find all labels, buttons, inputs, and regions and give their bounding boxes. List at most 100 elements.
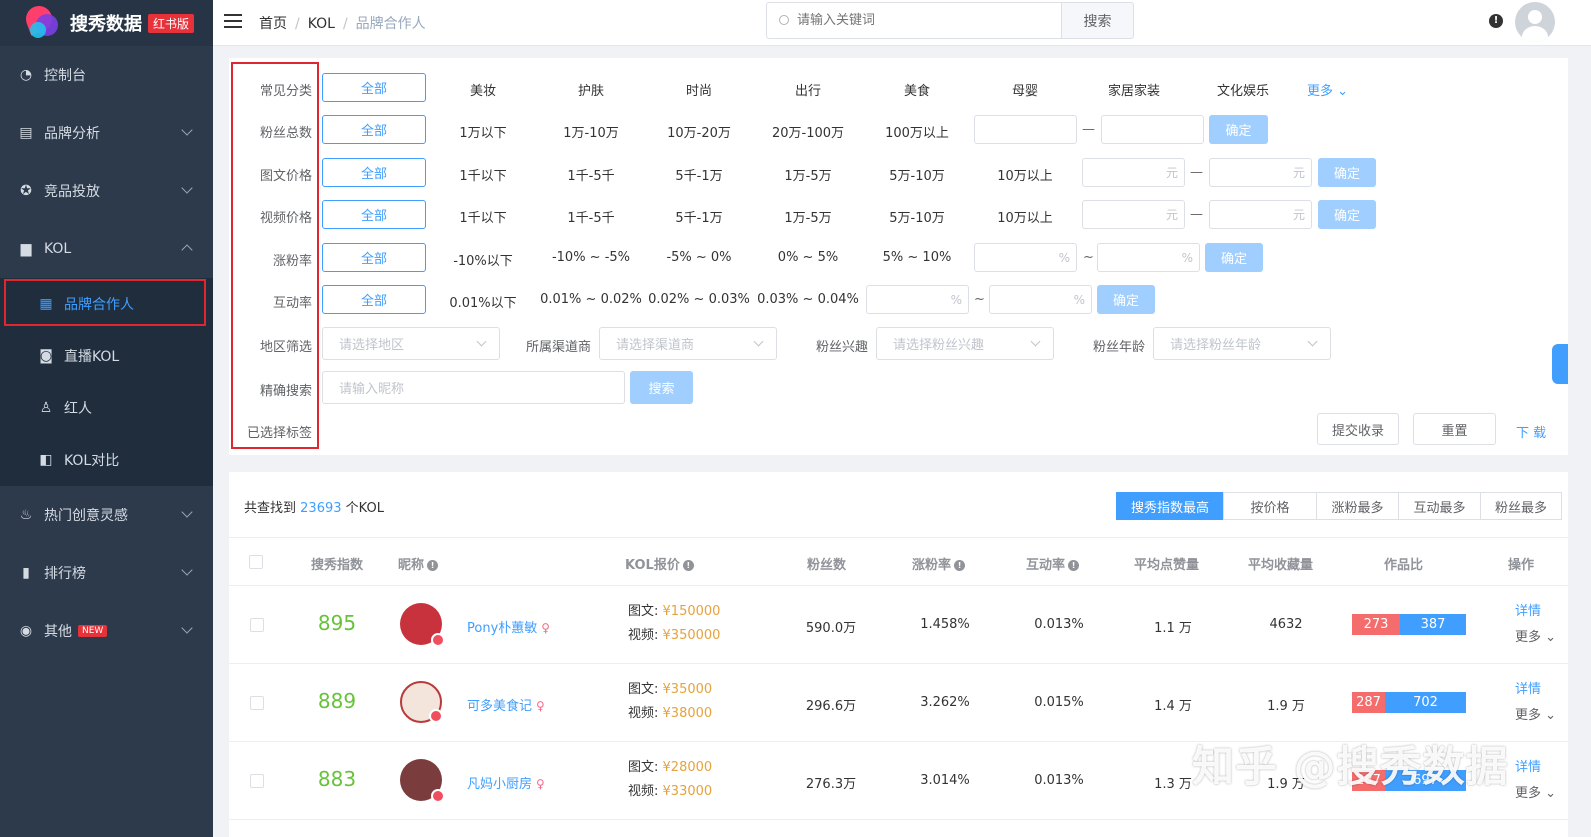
column-header[interactable]: 平均点赞量 [1134, 554, 1199, 573]
video-price-confirm-button[interactable]: 确定 [1318, 200, 1376, 229]
image-price-confirm-button[interactable]: 确定 [1318, 158, 1376, 187]
growth-min-input[interactable]: % [974, 243, 1077, 272]
kol-nickname[interactable]: 可多美食记 ♀ [467, 695, 545, 714]
growth-option[interactable]: -10%以下 [429, 250, 537, 269]
sidebar-subitem-live-kol[interactable]: ◙ 直播KOL [0, 330, 213, 382]
sidebar-subitem-influencer[interactable]: ♙ 红人 [0, 382, 213, 434]
fans-option[interactable]: 10万-20万 [645, 122, 753, 141]
sidebar-item-competitor[interactable]: ✪ 竞品投放 [0, 162, 213, 220]
avatar[interactable] [400, 759, 445, 803]
column-header[interactable]: KOL报价! [625, 554, 694, 573]
category-option[interactable]: 文化娱乐 [1189, 80, 1297, 99]
sort-tab-fans[interactable]: 粉丝最多 [1480, 492, 1562, 520]
interest-select[interactable]: 请选择粉丝兴趣 [876, 327, 1054, 360]
info-icon[interactable]: ! [1489, 14, 1503, 28]
engagement-min-input[interactable]: % [866, 285, 969, 314]
avatar[interactable] [400, 603, 445, 647]
channel-select[interactable]: 请选择渠道商 [599, 327, 777, 360]
fans-option[interactable]: 1万以下 [429, 122, 537, 141]
image-price-option[interactable]: 5千-1万 [645, 165, 753, 184]
video-price-option[interactable]: 10万以上 [971, 207, 1079, 226]
category-option[interactable]: 护肤 [537, 80, 645, 99]
engagement-confirm-button[interactable]: 确定 [1097, 285, 1155, 314]
submit-collect-button[interactable]: 提交收录 [1317, 413, 1399, 445]
engagement-max-input[interactable]: % [989, 285, 1092, 314]
kol-nickname[interactable]: Pony朴蕙敏 ♀ [467, 617, 550, 636]
growth-confirm-button[interactable]: 确定 [1205, 243, 1263, 272]
growth-max-input[interactable]: % [1097, 243, 1200, 272]
engagement-option[interactable]: 0.01% ~ 0.02% [537, 292, 645, 307]
search-button[interactable]: 搜索 [1062, 2, 1134, 39]
growth-all-button[interactable]: 全部 [322, 243, 426, 272]
row-checkbox[interactable] [250, 618, 264, 632]
image-price-all-button[interactable]: 全部 [322, 158, 426, 187]
avatar[interactable] [400, 681, 443, 723]
video-price-max-input[interactable]: 元 [1209, 200, 1312, 229]
engagement-option[interactable]: 0.03% ~ 0.04% [754, 292, 862, 307]
sidebar-subitem-kol-compare[interactable]: ◧ KOL对比 [0, 434, 213, 486]
column-header[interactable]: 互动率! [1026, 554, 1080, 573]
category-option[interactable]: 美妆 [429, 80, 537, 99]
column-header[interactable]: 搜秀指数 [311, 554, 363, 573]
more-dropdown[interactable]: 更多 ⌄ [1515, 625, 1556, 651]
category-more-link[interactable]: 更多 ⌄ [1307, 80, 1348, 99]
growth-option[interactable]: -10% ~ -5% [537, 250, 645, 265]
kol-nickname[interactable]: 凡妈小厨房 ♀ [467, 773, 545, 792]
video-price-option[interactable]: 1千-5千 [537, 207, 645, 226]
sidebar-item-dashboard[interactable]: ◔ 控制台 [0, 46, 213, 104]
category-option[interactable]: 美食 [863, 80, 971, 99]
sidebar-item-ranking[interactable]: ▮ 排行榜 [0, 544, 213, 602]
detail-link[interactable]: 详情 [1515, 677, 1556, 703]
search-input[interactable] [797, 3, 1057, 38]
fans-all-button[interactable]: 全部 [322, 115, 426, 144]
fans-max-input[interactable] [1101, 115, 1204, 144]
image-price-option[interactable]: 1万-5万 [754, 165, 862, 184]
select-all-checkbox[interactable] [249, 555, 263, 569]
row-checkbox[interactable] [250, 696, 264, 710]
video-price-min-input[interactable]: 元 [1082, 200, 1185, 229]
category-option[interactable]: 母婴 [971, 80, 1079, 99]
breadcrumb-home[interactable]: 首页 [259, 16, 287, 32]
sidebar-item-kol[interactable]: ▆ KOL [0, 220, 213, 278]
detail-link[interactable]: 详情 [1515, 599, 1556, 625]
video-price-option[interactable]: 1万-5万 [754, 207, 862, 226]
video-price-option[interactable]: 5万-10万 [863, 207, 971, 226]
column-header[interactable]: 粉丝数 [807, 554, 846, 573]
image-price-option[interactable]: 1千以下 [429, 165, 537, 184]
fans-option[interactable]: 100万以上 [863, 122, 971, 141]
sidebar-item-brand-analysis[interactable]: ▤ 品牌分析 [0, 104, 213, 162]
menu-toggle-icon[interactable] [224, 14, 242, 30]
category-option[interactable]: 时尚 [645, 80, 753, 99]
category-all-button[interactable]: 全部 [322, 73, 426, 102]
reset-button[interactable]: 重置 [1413, 413, 1496, 445]
nickname-input[interactable]: 请输入昵称 [322, 371, 625, 404]
column-header[interactable]: 平均收藏量 [1248, 554, 1313, 573]
fans-option[interactable]: 1万-10万 [537, 122, 645, 141]
video-price-option[interactable]: 1千以下 [429, 207, 537, 226]
growth-option[interactable]: -5% ~ 0% [645, 250, 753, 265]
row-checkbox[interactable] [250, 774, 264, 788]
more-dropdown[interactable]: 更多 ⌄ [1515, 781, 1556, 807]
engagement-option[interactable]: 0.01%以下 [429, 292, 537, 311]
image-price-max-input[interactable]: 元 [1209, 158, 1312, 187]
download-link[interactable]: 下 载 [1516, 422, 1546, 441]
sidebar-item-other[interactable]: ◉ 其他 NEW [0, 602, 213, 660]
exact-search-button[interactable]: 搜索 [630, 371, 693, 404]
engagement-all-button[interactable]: 全部 [322, 285, 426, 314]
breadcrumb-kol[interactable]: KOL [308, 16, 335, 32]
side-drawer-tab[interactable] [1552, 344, 1568, 384]
sidebar-item-hot-ideas[interactable]: ♨ 热门创意灵感 [0, 486, 213, 544]
engagement-option[interactable]: 0.02% ~ 0.03% [645, 292, 753, 307]
image-price-option[interactable]: 5万-10万 [863, 165, 971, 184]
logo[interactable]: 搜秀数据 红书版 [0, 0, 213, 46]
sort-tab-price[interactable]: 按价格 [1223, 492, 1317, 520]
detail-link[interactable]: 详情 [1515, 755, 1556, 781]
region-select[interactable]: 请选择地区 [322, 327, 500, 360]
image-price-min-input[interactable]: 元 [1082, 158, 1185, 187]
column-header[interactable]: 涨粉率! [912, 554, 966, 573]
category-option[interactable]: 家居家装 [1080, 80, 1188, 99]
sort-tab-growth[interactable]: 涨粉最多 [1316, 492, 1399, 520]
fans-option[interactable]: 20万-100万 [754, 122, 862, 141]
growth-option[interactable]: 0% ~ 5% [754, 250, 862, 265]
growth-option[interactable]: 5% ~ 10% [863, 250, 971, 265]
